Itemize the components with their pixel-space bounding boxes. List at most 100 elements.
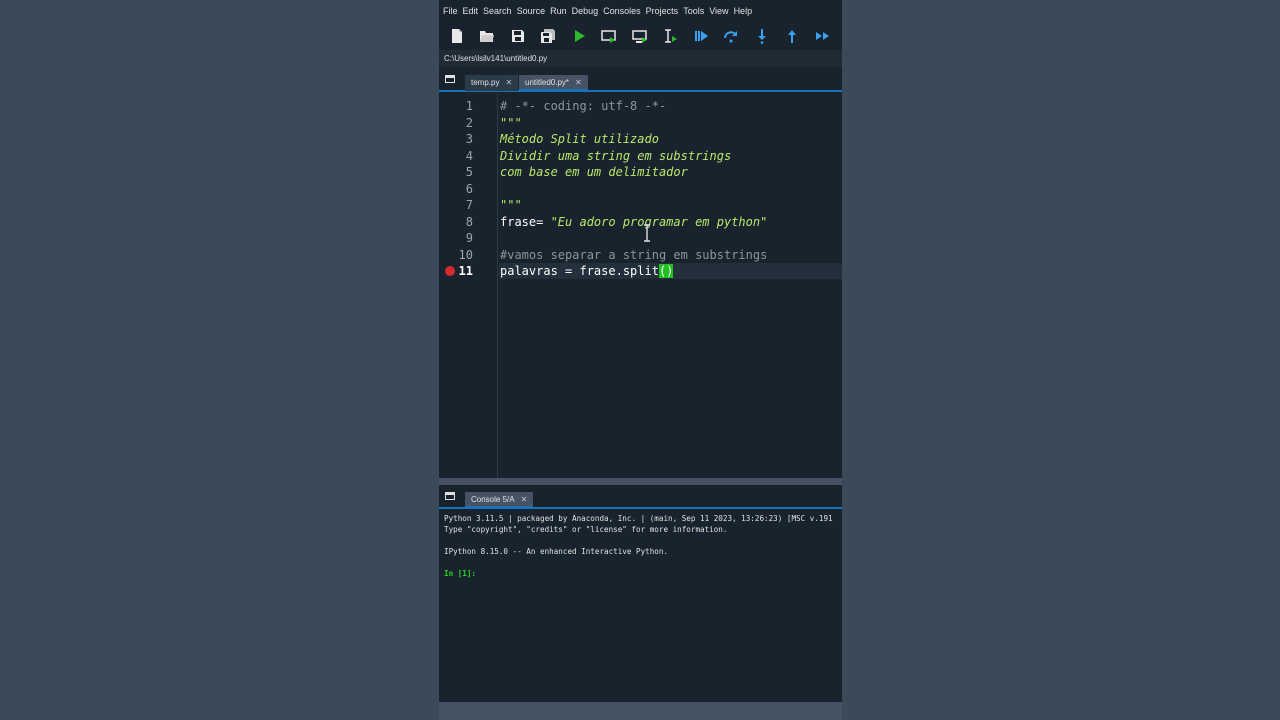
tab-label: untitled0.py* xyxy=(525,78,570,87)
code-token: palavras = frase.split xyxy=(500,264,659,278)
menu-help[interactable]: Help xyxy=(734,6,753,16)
code-token: "Eu adoro programar em python" xyxy=(550,214,768,229)
code-token: """ xyxy=(500,115,522,130)
new-file-button[interactable] xyxy=(445,24,468,48)
console-prompt: In [1]: xyxy=(444,569,477,578)
code-line[interactable] xyxy=(499,230,842,246)
code-token: # -*- coding: utf-8 -*- xyxy=(500,99,667,113)
console-output[interactable]: Python 3.11.5 | packaged by Anaconda, In… xyxy=(444,513,842,579)
code-line[interactable]: """ xyxy=(499,115,842,131)
tab-untitled0-py[interactable]: untitled0.py* ✕ xyxy=(519,75,588,91)
code-line[interactable]: com base em um delimitador xyxy=(499,164,842,180)
line-number: 3 xyxy=(465,132,473,146)
breakpoint-icon[interactable] xyxy=(445,266,455,276)
code-line[interactable] xyxy=(499,181,842,197)
close-icon[interactable]: ✕ xyxy=(575,78,582,87)
line-number: 10 xyxy=(458,247,473,262)
console-line: Python 3.11.5 | packaged by Anaconda, In… xyxy=(444,514,833,523)
editor-pane: temp.py ✕ untitled0.py* ✕ 1 2 3 4 5 6 7 8 9 10 11 # … xyxy=(439,68,842,478)
save-icon xyxy=(511,30,524,42)
run-cell-advance-button[interactable] xyxy=(628,24,651,48)
code-editor[interactable]: # -*- coding: utf-8 -*- """ Método Split u… xyxy=(499,94,842,478)
text-cursor-icon xyxy=(644,224,650,242)
code-line[interactable]: frase= "Eu adoro programar em python" xyxy=(499,214,842,230)
menu-edit[interactable]: Edit xyxy=(463,6,479,16)
console-pane: Console 5/A ✕ Python 3.11.5 | packaged by… xyxy=(439,484,842,702)
step-return-icon xyxy=(788,30,797,43)
line-number: 8 xyxy=(465,214,473,229)
run-cell-button[interactable] xyxy=(598,24,621,48)
pane-options-icon[interactable] xyxy=(445,75,455,83)
code-token: frase= xyxy=(500,214,551,229)
continue-icon xyxy=(815,32,829,40)
debug-button[interactable] xyxy=(689,24,712,48)
step-over-button[interactable] xyxy=(720,24,743,48)
code-line[interactable]: palavras = frase.split() xyxy=(499,263,842,279)
code-token: () xyxy=(658,264,674,278)
run-button[interactable] xyxy=(567,24,590,48)
toolbar xyxy=(439,22,842,50)
run-cell-advance-icon xyxy=(632,30,647,43)
run-icon xyxy=(574,30,585,42)
tab-label: temp.py xyxy=(471,78,500,87)
editor-tab-bar: temp.py ✕ untitled0.py* ✕ xyxy=(439,68,842,92)
pane-options-icon[interactable] xyxy=(445,492,455,500)
line-number: 6 xyxy=(465,181,473,196)
code-line[interactable]: Dividir uma string em substrings xyxy=(499,148,842,164)
menu-debug[interactable]: Debug xyxy=(572,6,599,16)
code-token: com base em um delimitador xyxy=(500,165,688,179)
line-number: 1 xyxy=(465,99,473,113)
close-icon[interactable]: ✕ xyxy=(521,495,528,504)
run-cell-icon xyxy=(601,30,617,43)
run-selection-icon xyxy=(665,29,678,43)
step-over-icon xyxy=(724,31,738,43)
tab-console[interactable]: Console 5/A ✕ xyxy=(465,492,534,508)
save-button[interactable] xyxy=(506,24,529,48)
run-selection-button[interactable] xyxy=(659,24,682,48)
menu-projects[interactable]: Projects xyxy=(646,6,679,16)
continue-button[interactable] xyxy=(811,24,834,48)
code-line[interactable]: # -*- coding: utf-8 -*- xyxy=(499,98,842,114)
console-line: Type "copyright", "credits" or "license"… xyxy=(444,525,728,534)
code-line[interactable]: Método Split utilizado xyxy=(499,131,842,147)
code-line[interactable]: """ xyxy=(499,197,842,213)
line-number: 4 xyxy=(465,148,473,163)
menu-run[interactable]: Run xyxy=(550,6,567,16)
menu-file[interactable]: File xyxy=(443,6,458,16)
line-number: 2 xyxy=(465,115,473,130)
step-into-button[interactable] xyxy=(750,24,773,48)
open-file-button[interactable] xyxy=(476,24,499,48)
close-icon[interactable]: ✕ xyxy=(505,78,512,87)
step-into-icon xyxy=(757,29,766,44)
console-line: IPython 8.15.0 -- An enhanced Interactiv… xyxy=(444,547,669,556)
debug-icon xyxy=(694,31,708,41)
tab-temp-py[interactable]: temp.py ✕ xyxy=(465,75,519,91)
spyder-window: File Edit Search Source Run Debug Consol… xyxy=(439,0,842,720)
menu-source[interactable]: Source xyxy=(517,6,546,16)
line-number-gutter[interactable]: 1 2 3 4 5 6 7 8 9 10 11 xyxy=(439,94,498,478)
code-token: """ xyxy=(500,198,522,212)
new-file-icon xyxy=(451,29,462,43)
tab-label: Console 5/A xyxy=(471,495,515,504)
line-number: 9 xyxy=(465,231,473,245)
code-token: Método Split utilizado xyxy=(500,132,659,146)
line-number: 5 xyxy=(465,165,473,179)
menu-view[interactable]: View xyxy=(709,6,728,16)
status-bar xyxy=(439,702,842,720)
code-token: Dividir uma string em substrings xyxy=(500,148,732,163)
menu-bar: File Edit Search Source Run Debug Consol… xyxy=(439,0,842,22)
save-all-button[interactable] xyxy=(537,24,560,48)
save-all-icon xyxy=(541,29,556,43)
menu-tools[interactable]: Tools xyxy=(683,6,704,16)
file-path: C:\Users\lsilv141\untitled0.py xyxy=(439,50,842,67)
console-tab-bar: Console 5/A ✕ xyxy=(439,485,842,509)
menu-search[interactable]: Search xyxy=(483,6,512,16)
code-token: #vamos separar a string em substrings xyxy=(500,247,768,262)
menu-consoles[interactable]: Consoles xyxy=(603,6,641,16)
code-line[interactable]: #vamos separar a string em substrings xyxy=(499,247,842,263)
open-folder-icon xyxy=(480,31,495,42)
step-return-button[interactable] xyxy=(781,24,804,48)
line-number: 7 xyxy=(465,198,473,212)
